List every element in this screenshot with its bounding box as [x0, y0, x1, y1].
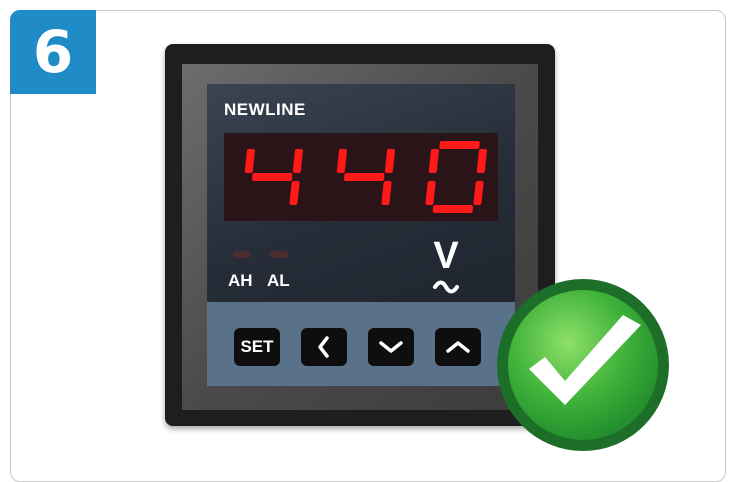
- chevron-down-icon: [379, 341, 403, 353]
- segment-g: [251, 173, 293, 181]
- seven-segment-digits: [244, 141, 487, 213]
- segment-a: [439, 141, 480, 149]
- label-al: AL: [267, 271, 290, 290]
- segment-c: [473, 181, 484, 205]
- chevron-up-icon: [446, 341, 470, 353]
- down-button[interactable]: [368, 328, 414, 366]
- ac-tilde-icon: [433, 280, 459, 294]
- digit-0: [425, 141, 487, 213]
- meter-brand-label: NEWLINE: [224, 100, 306, 119]
- chevron-left-icon: [318, 336, 329, 358]
- segment-f: [244, 149, 255, 173]
- led-al-indicator: [270, 251, 288, 258]
- checkmark-icon: [497, 279, 669, 451]
- set-button[interactable]: SET: [234, 328, 280, 366]
- up-button[interactable]: [435, 328, 481, 366]
- segment-d: [432, 205, 474, 213]
- label-ah: AH: [228, 271, 253, 290]
- left-button[interactable]: [301, 328, 347, 366]
- segment-b: [476, 149, 487, 173]
- segment-g: [343, 173, 385, 181]
- seven-segment-display: [224, 133, 498, 221]
- led-ah-indicator: [233, 251, 251, 258]
- segment-b: [384, 149, 395, 173]
- unit-symbol: V: [433, 235, 459, 277]
- segment-f: [336, 149, 347, 173]
- digit-4: [244, 149, 303, 205]
- segment-c: [381, 181, 392, 205]
- segment-e: [425, 181, 436, 205]
- step-number-badge: 6: [10, 10, 96, 94]
- volt-ac-unit-icon: V: [433, 235, 459, 294]
- segment-b: [292, 149, 303, 173]
- segment-c: [289, 181, 300, 205]
- digit-4: [336, 149, 395, 205]
- segment-f: [428, 149, 439, 173]
